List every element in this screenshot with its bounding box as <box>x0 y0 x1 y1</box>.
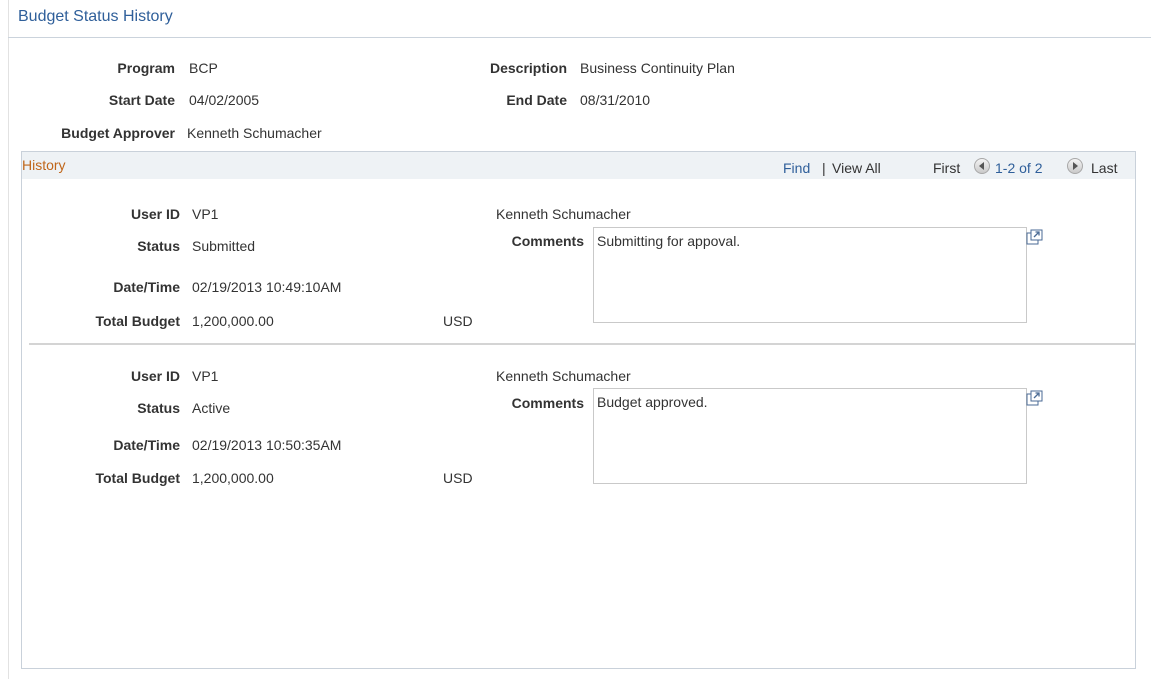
page-title: Budget Status History <box>18 8 173 25</box>
currency-value: USD <box>443 313 473 329</box>
program-value: BCP <box>189 60 218 76</box>
date-time-value: 02/19/2013 10:49:10AM <box>192 279 342 295</box>
user-id-label: User ID <box>130 368 180 384</box>
nav-separator: | <box>822 160 826 176</box>
comments-field[interactable]: Budget approved. <box>593 388 1027 484</box>
total-budget-label: Total Budget <box>95 313 180 329</box>
expand-window-icon[interactable] <box>1026 229 1044 245</box>
budget-approver-value: Kenneth Schumacher <box>187 125 322 141</box>
date-time-label: Date/Time <box>113 437 180 453</box>
status-value: Active <box>192 400 231 416</box>
date-time-value: 02/19/2013 10:50:35AM <box>192 437 342 453</box>
last-label: Last <box>1091 160 1118 176</box>
description-value: Business Continuity Plan <box>580 60 735 76</box>
user-id-value: VP1 <box>192 368 219 384</box>
status-label: Status <box>137 238 180 254</box>
history-title: History <box>22 157 66 173</box>
arrow-right-circle-icon[interactable] <box>1067 158 1083 174</box>
title-divider <box>8 37 1151 38</box>
row-divider <box>29 343 1135 345</box>
user-id-label: User ID <box>130 206 180 222</box>
user-id-value: VP1 <box>192 206 219 222</box>
date-time-label: Date/Time <box>113 279 180 295</box>
comments-label: Comments <box>511 395 584 411</box>
page-range: 1-2 of 2 <box>995 160 1043 176</box>
history-header: History Find | View All First 1-2 of 2 L… <box>22 152 1135 179</box>
comments-field[interactable]: Submitting for appoval. <box>593 227 1027 323</box>
history-grid: History Find | View All First 1-2 of 2 L… <box>21 151 1136 669</box>
end-date-label: End Date <box>506 92 567 108</box>
left-border <box>8 0 9 679</box>
total-budget-value: 1,200,000.00 <box>192 470 274 486</box>
comments-label: Comments <box>511 233 584 249</box>
end-date-value: 08/31/2010 <box>580 92 651 108</box>
user-name-value: Kenneth Schumacher <box>496 368 631 384</box>
find-link[interactable]: Find <box>783 160 810 176</box>
expand-window-icon[interactable] <box>1026 390 1044 406</box>
start-date-label: Start Date <box>108 92 175 108</box>
budget-approver-label: Budget Approver <box>61 125 175 141</box>
program-label: Program <box>117 60 175 76</box>
user-name-value: Kenneth Schumacher <box>496 206 631 222</box>
first-label: First <box>933 160 961 176</box>
view-all-link[interactable]: View All <box>832 160 881 176</box>
total-budget-label: Total Budget <box>95 470 180 486</box>
currency-value: USD <box>443 470 473 486</box>
description-label: Description <box>489 60 567 76</box>
status-value: Submitted <box>192 238 256 254</box>
status-label: Status <box>137 400 180 416</box>
total-budget-value: 1,200,000.00 <box>192 313 274 329</box>
start-date-value: 04/02/2005 <box>189 92 260 108</box>
arrow-left-circle-icon[interactable] <box>974 158 990 174</box>
